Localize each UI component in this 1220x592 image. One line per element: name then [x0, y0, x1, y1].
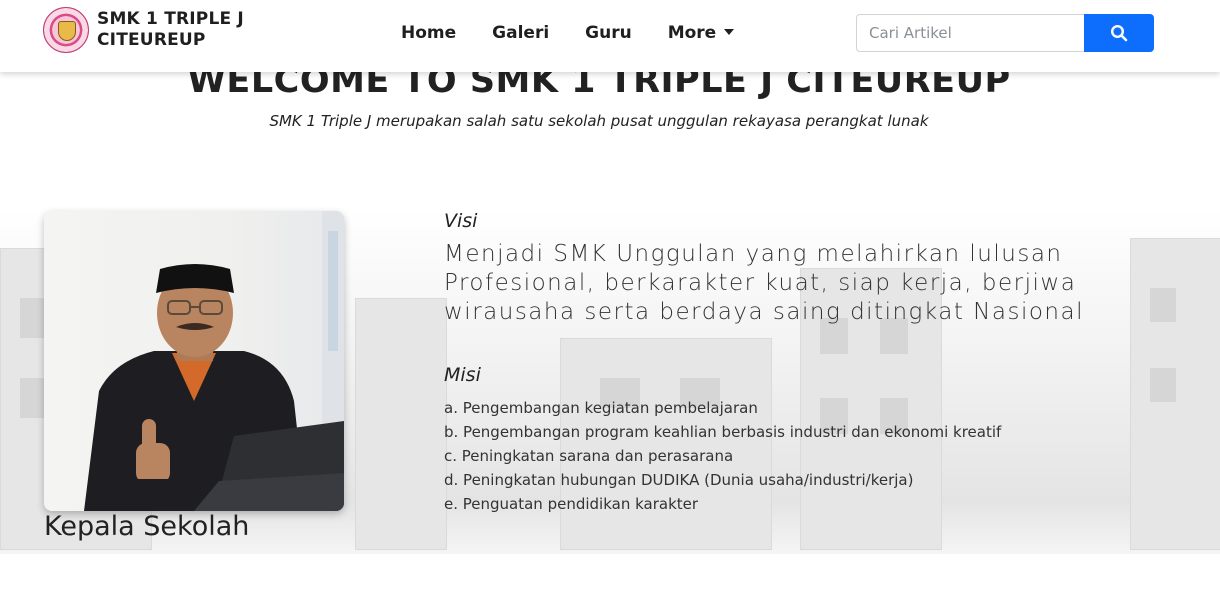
brand[interactable]: SMK 1 TRIPLE J CITEUREUP [43, 6, 244, 54]
principal-photo [44, 211, 344, 511]
page-subtitle: SMK 1 Triple J merupakan salah satu seko… [269, 112, 929, 130]
misi-item: b. Pengembangan program keahlian berbasi… [444, 423, 1002, 441]
nav-galeri[interactable]: Galeri [492, 21, 549, 45]
misi-item: a. Pengembangan kegiatan pembelajaran [444, 399, 758, 417]
search-button[interactable] [1084, 14, 1154, 52]
misi-item: e. Penguatan pendidikan karakter [444, 495, 699, 513]
visi-text: Menjadi SMK Unggulan yang melahirkan lul… [444, 241, 1084, 325]
nav-home[interactable]: Home [401, 21, 456, 45]
principal-illustration [84, 211, 344, 511]
misi-list: a. Pengembangan kegiatan pembelajaran b.… [444, 396, 1001, 516]
visi-heading: Visi [444, 210, 478, 232]
school-logo [43, 7, 89, 53]
misi-item: d. Peningkatan hubungan DUDIKA (Dunia us… [444, 471, 914, 489]
caret-down-icon [724, 29, 735, 35]
misi-heading: Misi [444, 364, 481, 386]
misi-item: c. Peningkatan sarana dan perasarana [444, 447, 734, 465]
nav-more-dropdown[interactable]: More [668, 21, 735, 45]
search-icon [1110, 24, 1128, 42]
search-input[interactable] [856, 14, 1084, 52]
navbar: SMK 1 TRIPLE J CITEUREUP Home Galeri Gur… [0, 0, 1220, 72]
principal-caption: Kepala Sekolah [44, 511, 250, 542]
nav-more-label: More [667, 23, 717, 43]
brand-name: SMK 1 TRIPLE J CITEUREUP [97, 9, 244, 51]
nav-menu: Home Galeri Guru More [401, 21, 770, 45]
brand-line-1: SMK 1 TRIPLE J [97, 9, 244, 29]
nav-guru[interactable]: Guru [585, 21, 632, 45]
brand-line-2: CITEUREUP [97, 30, 206, 50]
